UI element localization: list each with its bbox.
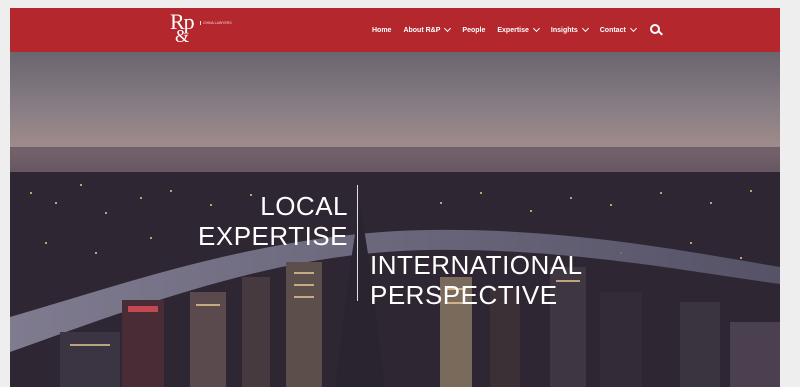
hero-line-local: LOCAL [260, 191, 348, 221]
search-icon[interactable] [649, 24, 663, 36]
nav-item-about[interactable]: About R&P [403, 24, 452, 34]
hero-tagline-right: INTERNATIONAL PERSPECTIVE [370, 250, 583, 310]
hero-tagline-left: LOCAL EXPERTISE [10, 191, 348, 251]
header-bar: Rp & CHINA LAWYERS Home About R&P People… [10, 8, 780, 52]
nav-item-contact[interactable]: Contact [599, 24, 637, 34]
nav-label: Home [372, 26, 392, 34]
firm-logo[interactable]: Rp & CHINA LAWYERS [170, 11, 240, 49]
nav-label: About R&P [403, 26, 441, 34]
chevron-down-icon [581, 24, 589, 33]
hero-banner: LOCAL EXPERTISE INTERNATIONAL PERSPECTIV… [10, 52, 780, 387]
hero-line-expertise: EXPERTISE [198, 221, 348, 251]
nav-item-insights[interactable]: Insights [550, 24, 589, 34]
hero-divider [357, 185, 358, 301]
chevron-down-icon [532, 24, 540, 33]
chevron-down-icon [629, 24, 637, 33]
hero-line-perspective: PERSPECTIVE [370, 280, 558, 310]
logo-subtitle: CHINA LAWYERS [200, 21, 243, 25]
nav-item-expertise[interactable]: Expertise [497, 24, 540, 34]
nav-label: People [462, 26, 486, 34]
hero-line-international: INTERNATIONAL [370, 250, 583, 280]
main-nav: Home About R&P People Expertise Insights… [372, 8, 663, 52]
nav-item-people[interactable]: People [462, 27, 485, 34]
logo-ampersand: & [175, 26, 190, 46]
nav-label: Insights [550, 26, 578, 34]
chevron-down-icon [444, 24, 452, 33]
search-icon-handle [657, 30, 663, 36]
nav-label: Contact [599, 26, 626, 34]
nav-item-home[interactable]: Home [372, 27, 391, 34]
nav-label: Expertise [497, 26, 529, 34]
page-frame: Rp & CHINA LAWYERS Home About R&P People… [10, 8, 780, 387]
